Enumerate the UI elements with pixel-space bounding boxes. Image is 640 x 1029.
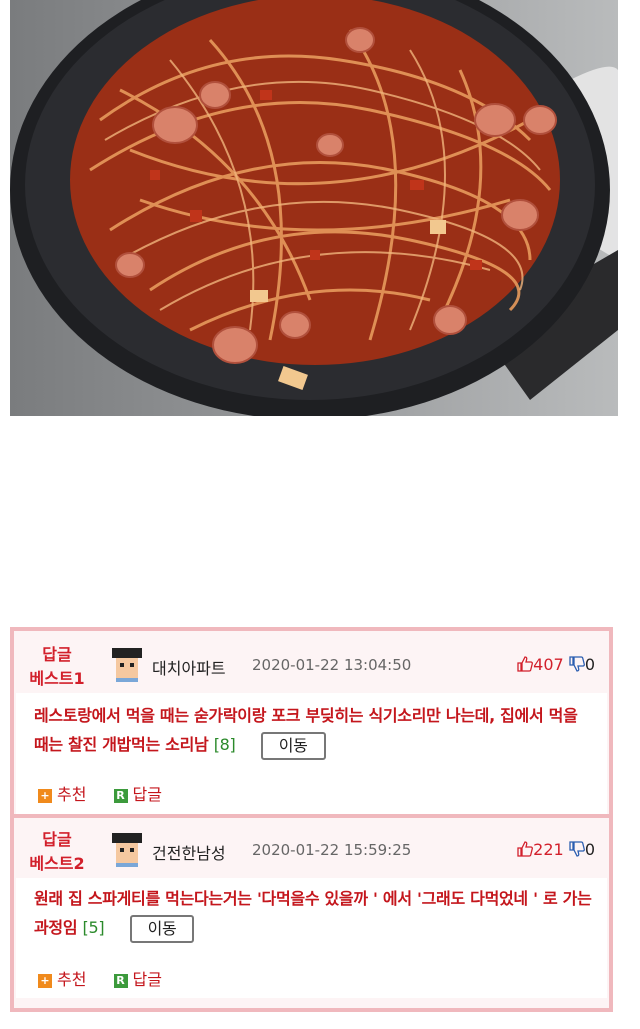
thumbs-down-icon[interactable] (569, 841, 585, 857)
vote-counts: 407 0 (517, 655, 595, 674)
reply-body: 레스토랑에서 먹을 때는 숟가락이랑 포크 부딪히는 식기소리만 나는데, 집에… (16, 693, 607, 814)
reply-count[interactable]: [8] (214, 735, 236, 754)
nickname[interactable]: 건전한남성 (152, 840, 226, 864)
reply-actions: + 추천 R 답글 (38, 966, 184, 990)
reply-button[interactable]: R 답글 (113, 966, 162, 990)
plus-square-icon: + (38, 789, 52, 803)
thumbs-up-icon[interactable] (517, 841, 534, 857)
reply-text: 레스토랑에서 먹을 때는 숟가락이랑 포크 부딪히는 식기소리만 나는데, 집에… (34, 701, 595, 760)
best-badge: 답글 베스트1 (29, 645, 85, 688)
reply-body: 원래 집 스파게티를 먹는다는거는 '다먹을수 있을까 ' 에서 '그래도 다먹… (16, 878, 607, 998)
best-badge: 답글 베스트2 (29, 830, 85, 873)
plus-square-icon: + (38, 974, 52, 988)
down-count: 0 (584, 840, 595, 859)
r-square-icon: R (113, 974, 128, 988)
up-count: 221 (533, 840, 564, 859)
post-date: 2020-01-22 13:04:50 (252, 656, 412, 674)
up-count: 407 (533, 655, 564, 674)
spaghetti-photo (10, 0, 618, 416)
reply-actions: + 추천 R 답글 (38, 781, 184, 805)
move-button[interactable]: 이동 (260, 731, 326, 760)
thumbs-down-icon[interactable] (569, 656, 585, 672)
thumbs-up-icon[interactable] (517, 656, 534, 672)
best-replies-box: 답글 베스트1 대치아파트 2020-01-22 13:04:50 407 0 … (10, 627, 613, 1012)
reply-button[interactable]: R 답글 (113, 781, 162, 805)
recommend-button[interactable]: + 추천 (38, 966, 86, 990)
post-date: 2020-01-22 15:59:25 (252, 841, 412, 859)
reply-text: 원래 집 스파게티를 먹는다는거는 '다먹을수 있을까 ' 에서 '그래도 다먹… (34, 884, 595, 943)
vote-counts: 221 0 (517, 840, 595, 859)
nickname[interactable]: 대치아파트 (152, 655, 226, 679)
r-square-icon: R (113, 789, 128, 803)
best-reply-2: 답글 베스트2 건전한남성 2020-01-22 15:59:25 221 0 … (14, 818, 609, 1008)
move-button[interactable]: 이동 (129, 914, 195, 943)
reply-count[interactable]: [5] (83, 918, 105, 937)
avatar (112, 648, 142, 682)
recommend-button[interactable]: + 추천 (38, 781, 86, 805)
best-reply-1: 답글 베스트1 대치아파트 2020-01-22 13:04:50 407 0 … (14, 631, 609, 816)
down-count: 0 (584, 655, 595, 674)
avatar (112, 833, 142, 867)
